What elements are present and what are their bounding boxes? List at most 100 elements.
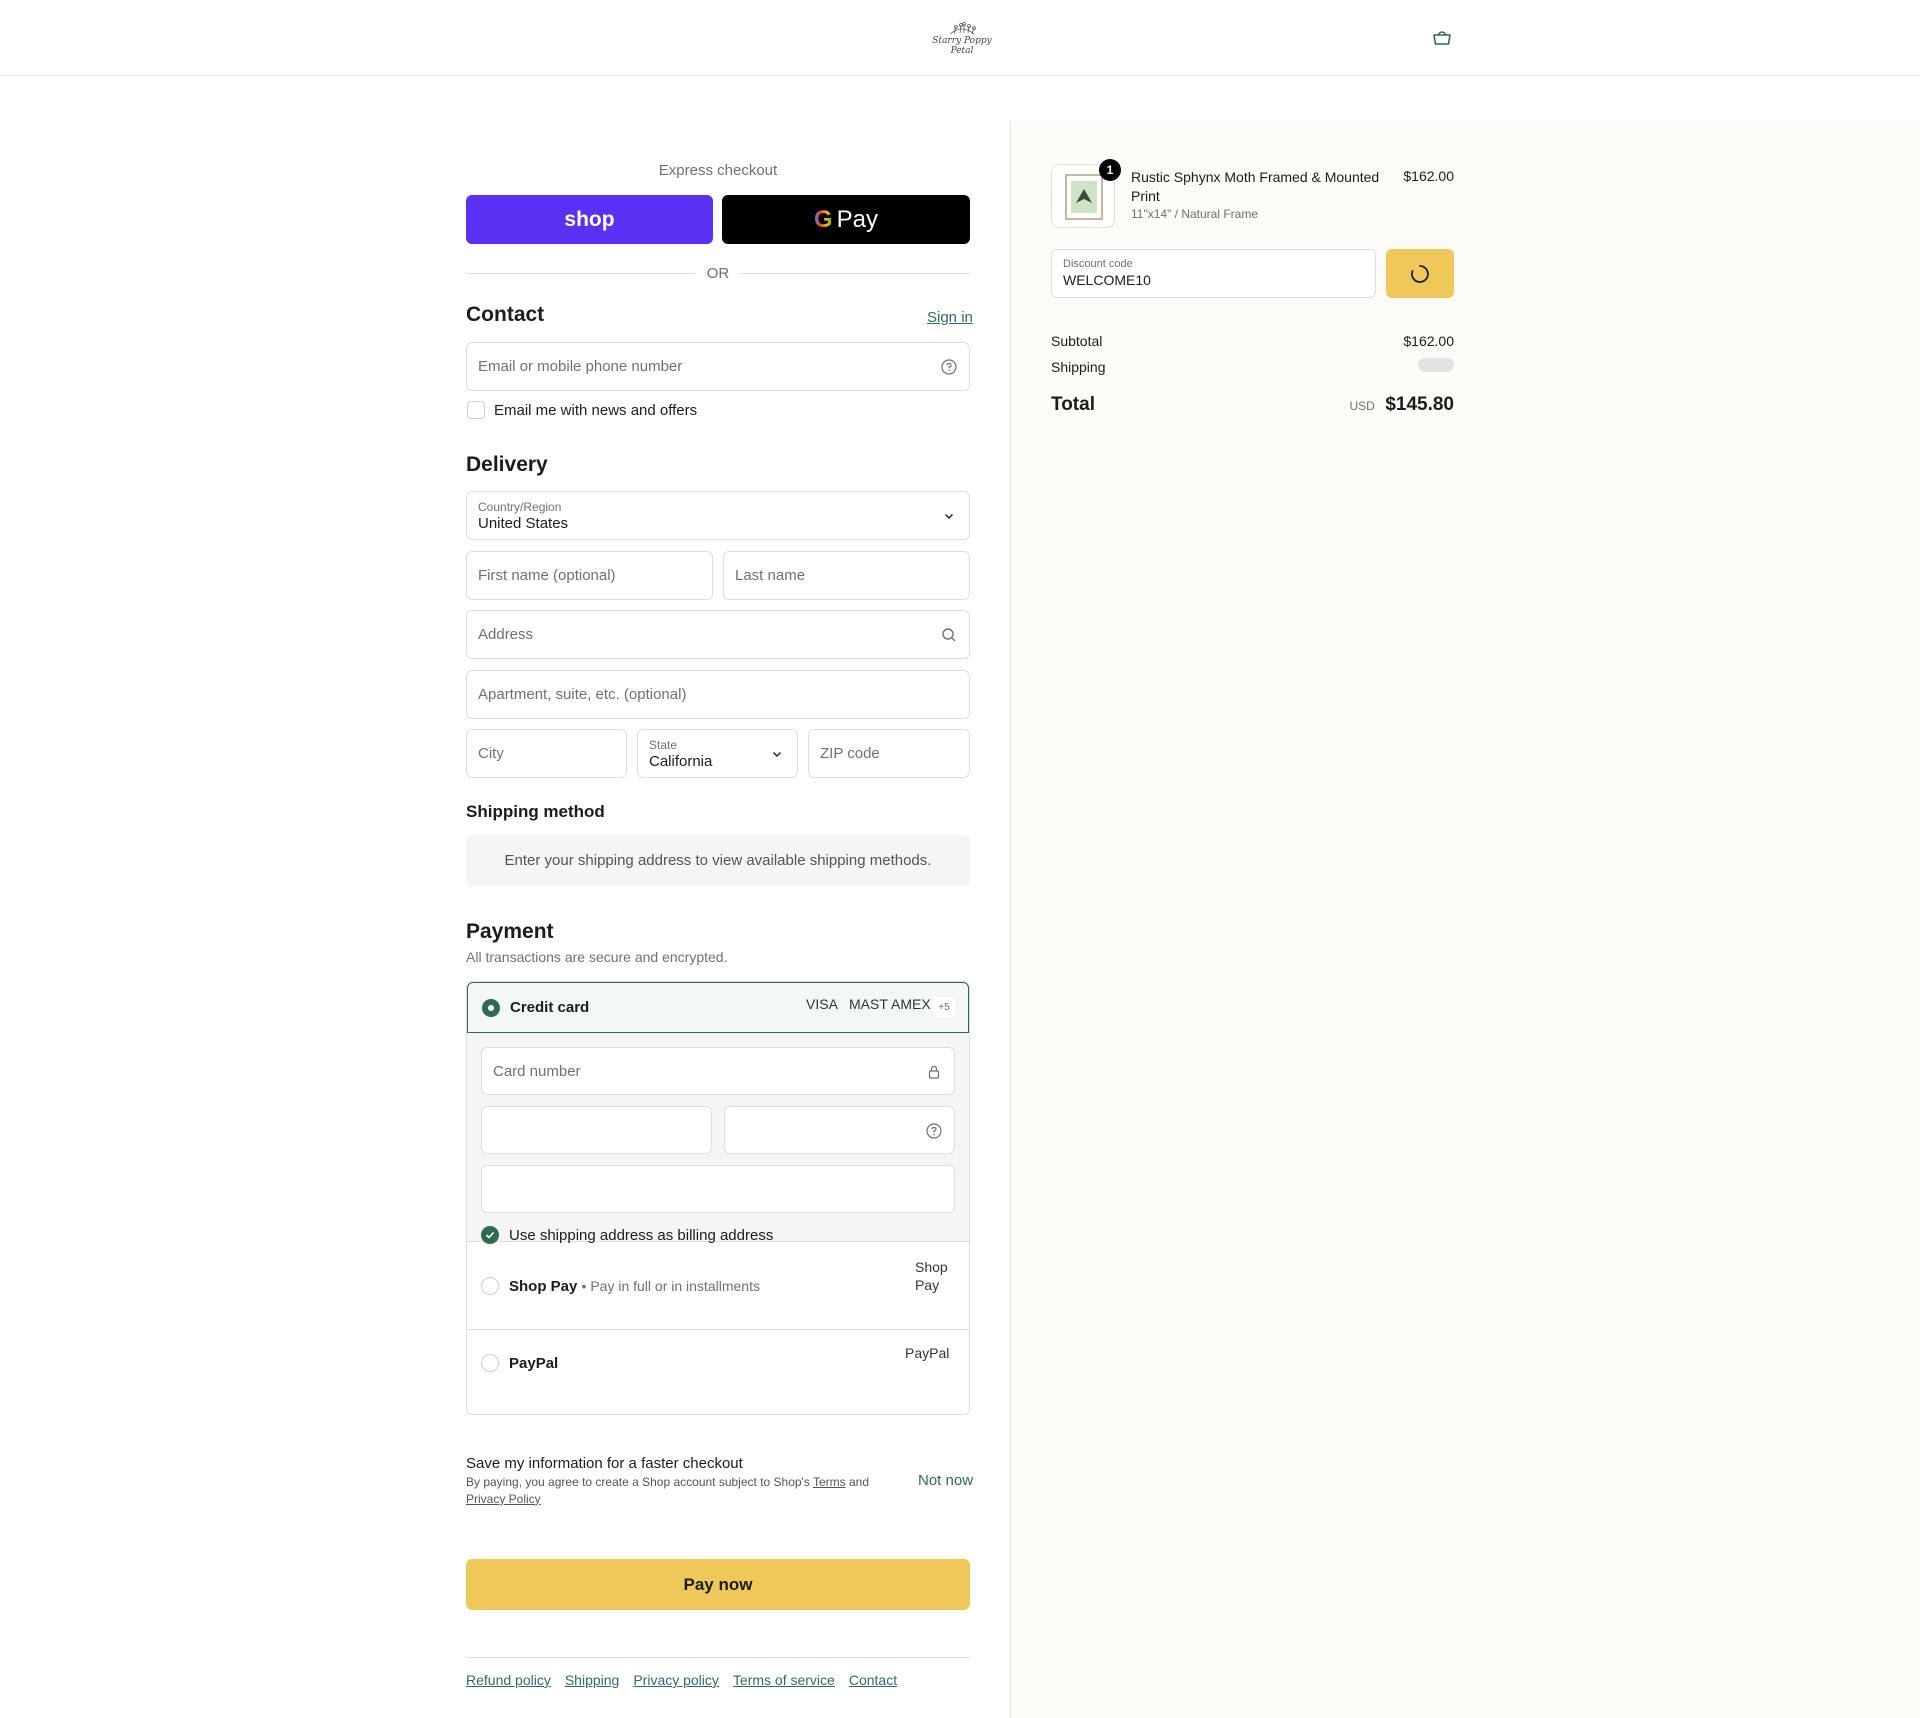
site-header: Starry Poppy Petal [0, 0, 1920, 76]
shipping-row: Shipping [1051, 358, 1454, 375]
news-checkbox[interactable] [467, 401, 485, 419]
search-icon [942, 628, 956, 642]
delivery-heading: Delivery [466, 453, 548, 476]
product-name: Rustic Sphynx Moth Framed & Mounted Prin… [1131, 169, 1380, 204]
logo-text: Starry Poppy Petal [932, 36, 992, 56]
first-name-field[interactable]: First name (optional) [466, 551, 713, 600]
security-code-field[interactable] [724, 1106, 955, 1154]
shipping-link[interactable]: Shipping [565, 1672, 620, 1688]
apartment-field[interactable]: Apartment, suite, etc. (optional) [466, 670, 970, 719]
save-info-desc-prefix: By paying, you agree to create a Shop ac… [466, 1475, 813, 1489]
chevron-down-icon [773, 752, 781, 757]
shop-pay-desc: Pay in full or in installments [590, 1278, 760, 1294]
address-placeholder: Address [478, 626, 534, 643]
help-icon[interactable] [941, 359, 957, 375]
contact-link[interactable]: Contact [849, 1672, 897, 1688]
shop-pay-option[interactable]: Shop Pay • Pay in full or in installment… [467, 1242, 969, 1330]
address-field[interactable]: Address [466, 610, 970, 659]
paypal-radio[interactable] [481, 1354, 499, 1372]
credit-card-label: Credit card [510, 999, 590, 1016]
credit-card-option[interactable]: Credit card VISA MASTER AMEX +5 [467, 982, 969, 1033]
terms-of-service-link[interactable]: Terms of service [733, 1672, 835, 1688]
city-field[interactable]: City [466, 729, 627, 778]
footer-divider [466, 1657, 970, 1658]
apply-discount-button[interactable] [1386, 249, 1454, 298]
shop-pay-logo: Shop Pay [915, 1259, 948, 1294]
store-logo[interactable]: Starry Poppy Petal [920, 22, 1004, 56]
state-value: California [649, 753, 713, 770]
shipping-label: Shipping [1051, 359, 1106, 375]
terms-link[interactable]: Terms [813, 1475, 846, 1489]
check-icon [485, 1231, 495, 1239]
subtotal-value: $162.00 [1403, 333, 1454, 349]
paypal-option[interactable]: PayPal PayPal [467, 1330, 969, 1414]
paypal-label: PayPal [509, 1355, 559, 1372]
state-select[interactable]: State California [637, 729, 798, 778]
country-value: United States [478, 515, 569, 532]
product-variant: 11"x14" / Natural Frame [1131, 207, 1259, 221]
discount-label: Discount code [1063, 258, 1133, 270]
email-field[interactable]: Email or mobile phone number [466, 342, 970, 391]
city-placeholder: City [478, 745, 504, 762]
not-now-button[interactable]: Not now [918, 1472, 973, 1489]
google-pay-button[interactable]: G Pay [722, 195, 970, 244]
save-info-desc: By paying, you agree to create a Shop ac… [466, 1474, 876, 1508]
privacy-policy-footer-link[interactable]: Privacy policy [633, 1672, 719, 1688]
currency-code: USD [1349, 399, 1375, 413]
card-number-field[interactable]: Card number [481, 1047, 955, 1095]
credit-card-radio[interactable] [482, 999, 500, 1017]
shop-pay-label: Shop Pay [509, 1278, 578, 1295]
and-text: and [845, 1475, 869, 1489]
country-label: Country/Region [478, 500, 562, 514]
or-divider: OR [466, 263, 970, 283]
subtotal-label: Subtotal [1051, 333, 1103, 349]
shipping-notice: Enter your shipping address to view avai… [466, 835, 970, 886]
credit-card-form: Card number Use shipping address as bill… [467, 1033, 969, 1244]
or-text: OR [706, 264, 730, 282]
last-name-placeholder: Last name [735, 567, 806, 584]
first-name-placeholder: First name (optional) [478, 567, 616, 584]
shop-label: shop [564, 207, 615, 231]
shop-pay-text: Shop Pay • Pay in full or in installment… [509, 1278, 760, 1295]
subtotal-row: Subtotal $162.00 [1051, 333, 1454, 349]
shop-pay-express-button[interactable]: shop [466, 195, 713, 244]
sign-in-link[interactable]: Sign in [927, 309, 973, 326]
loading-spinner-icon [1411, 264, 1429, 283]
pay-now-button[interactable]: Pay now [466, 1559, 970, 1610]
paypal-logo: PayPal [905, 1345, 950, 1361]
zip-placeholder: ZIP code [820, 745, 880, 762]
amex-icon: AMEX [891, 996, 931, 1012]
footer-links: Refund policy Shipping Privacy policy Te… [466, 1672, 897, 1688]
email-placeholder: Email or mobile phone number [478, 358, 683, 375]
more-cards-badge: +5 [933, 997, 955, 1017]
gpay-label: Pay [836, 205, 879, 233]
lock-icon [928, 1065, 940, 1079]
news-label: Email me with news and offers [494, 402, 698, 419]
refund-policy-link[interactable]: Refund policy [466, 1672, 551, 1688]
shipping-method-heading: Shipping method [466, 802, 605, 821]
express-checkout-label: Express checkout [658, 162, 778, 179]
contact-heading: Contact [466, 303, 545, 326]
product-price: $162.00 [1403, 168, 1454, 184]
discount-code-field[interactable]: Discount code WELCOME10 [1051, 249, 1376, 298]
expiry-field[interactable] [481, 1106, 712, 1154]
country-select[interactable]: Country/Region United States [466, 491, 970, 540]
privacy-policy-link[interactable]: Privacy Policy [466, 1492, 541, 1506]
payment-subtitle: All transactions are secure and encrypte… [466, 949, 728, 965]
visa-icon: VISA [806, 996, 838, 1012]
help-icon[interactable] [926, 1123, 942, 1139]
discount-value: WELCOME10 [1063, 272, 1151, 288]
payment-methods: Credit card VISA MASTER AMEX +5 Card num… [466, 981, 970, 1415]
last-name-field[interactable]: Last name [723, 551, 970, 600]
state-label: State [649, 738, 678, 752]
zip-field[interactable]: ZIP code [808, 729, 970, 778]
chevron-down-icon [945, 514, 953, 519]
mastercard-icon: MASTER [849, 996, 889, 1012]
total-value: $145.80 [1385, 394, 1454, 415]
apartment-placeholder: Apartment, suite, etc. (optional) [478, 686, 687, 703]
shop-pay-radio[interactable] [481, 1277, 499, 1295]
total-row: Total USD $145.80 [1051, 394, 1454, 416]
quantity-badge: 1 [1099, 159, 1121, 181]
cart-icon[interactable] [1431, 28, 1453, 48]
name-on-card-field[interactable] [481, 1165, 955, 1213]
